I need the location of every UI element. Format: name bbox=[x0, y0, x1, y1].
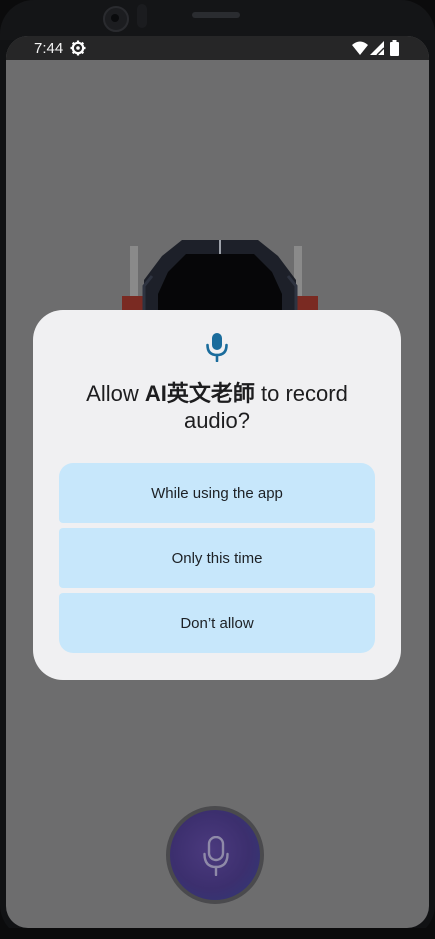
only-this-time-label: Only this time bbox=[171, 549, 263, 567]
gear-icon bbox=[70, 40, 86, 56]
status-time: 7:44 bbox=[34, 40, 64, 57]
dialog-title: Allow AI英文老師 to record audio? bbox=[53, 380, 381, 434]
while-using-app-button[interactable]: While using the app bbox=[59, 463, 375, 523]
status-bar: 7:44 bbox=[6, 36, 429, 60]
screen: 7:44 Allow AI英文老師 to record audio? While… bbox=[6, 36, 429, 928]
earpiece-speaker bbox=[192, 12, 240, 18]
wifi-icon bbox=[352, 41, 368, 55]
battery-icon bbox=[390, 40, 399, 56]
dont-allow-label: Don’t allow bbox=[180, 614, 254, 632]
record-button[interactable] bbox=[166, 806, 264, 904]
app-name: AI英文老師 bbox=[144, 381, 255, 406]
front-camera bbox=[103, 6, 129, 32]
dont-allow-button[interactable]: Don’t allow bbox=[59, 593, 375, 653]
proximity-sensor bbox=[137, 4, 147, 28]
mic-icon bbox=[203, 836, 229, 876]
only-this-time-button[interactable]: Only this time bbox=[59, 528, 375, 588]
permission-dialog: Allow AI英文老師 to record audio? While usin… bbox=[33, 310, 401, 680]
signal-icon bbox=[370, 41, 384, 55]
bottom-bezel bbox=[0, 928, 435, 939]
phone-frame: 7:44 Allow AI英文老師 to record audio? While… bbox=[0, 0, 435, 939]
title-prefix: Allow bbox=[86, 381, 145, 406]
top-bezel bbox=[0, 0, 435, 40]
mic-icon bbox=[206, 333, 228, 362]
while-using-app-label: While using the app bbox=[151, 484, 283, 502]
